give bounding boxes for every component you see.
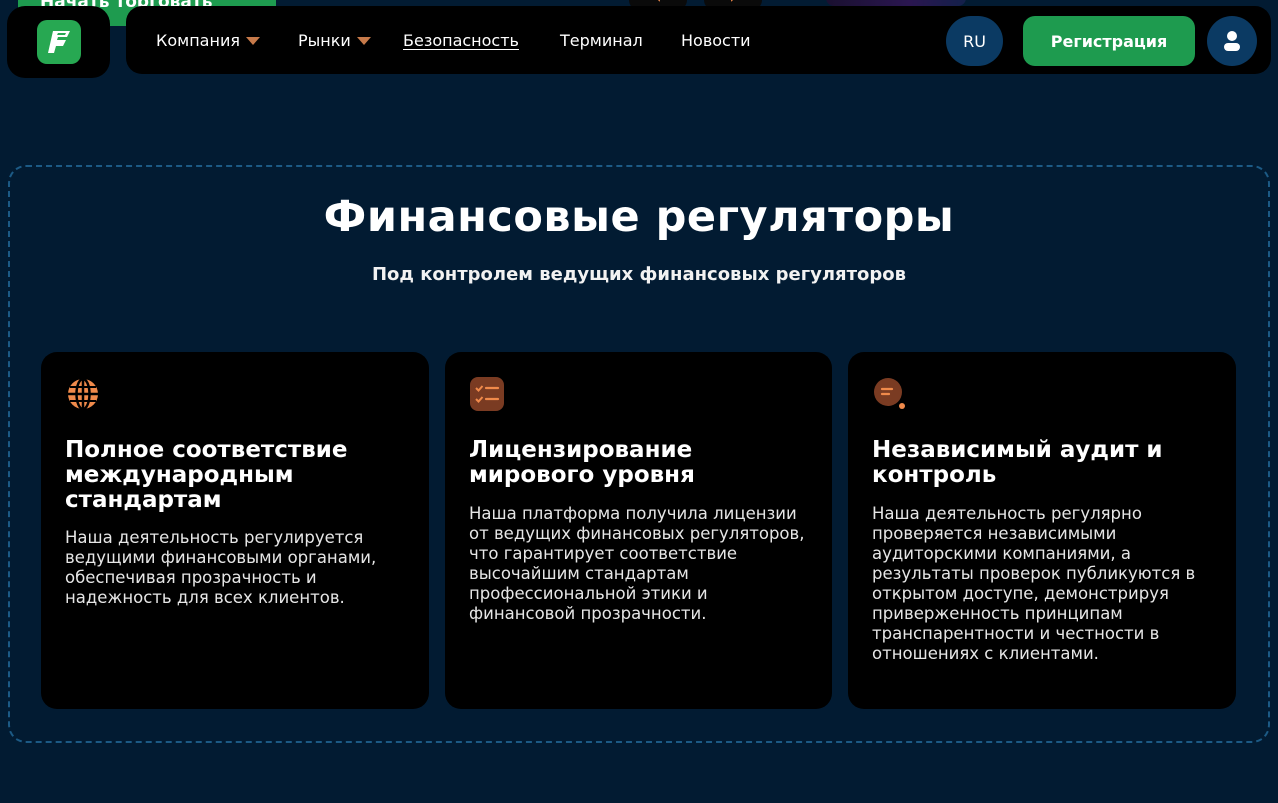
nav-item-news[interactable]: Новости — [681, 28, 751, 52]
caret-down-icon — [246, 37, 260, 45]
card-text: Наша деятельность регулярно проверяется … — [872, 504, 1214, 664]
card-text: Наша деятельность регулируется ведущими … — [65, 528, 407, 608]
logo-link[interactable] — [7, 6, 110, 78]
card-title: Независимый аудит и контроль — [872, 438, 1216, 488]
language-switcher[interactable]: RU — [946, 16, 1003, 66]
nav-item-terminal[interactable]: Терминал — [560, 28, 643, 52]
brand-f-logo-icon — [37, 20, 81, 64]
nav-item-company[interactable]: Компания — [156, 28, 260, 52]
card-title: Полное соответствие международным станда… — [65, 438, 409, 513]
section-title: Финансовые регуляторы — [0, 192, 1278, 242]
section-subtitle: Под контролем ведущих финансовых регулят… — [0, 264, 1278, 285]
nav-item-markets[interactable]: Рынки — [298, 28, 371, 52]
caret-down-icon — [357, 37, 371, 45]
nav-item-label: Безопасность — [403, 31, 519, 50]
nav-item-security[interactable]: Безопасность — [403, 28, 519, 52]
globe-icon — [65, 376, 103, 414]
feature-card-compliance: Полное соответствие международным станда… — [41, 352, 429, 709]
user-account-button[interactable] — [1207, 16, 1257, 66]
nav-item-label: Новости — [681, 31, 751, 50]
nav-item-label: Рынки — [298, 31, 351, 50]
feature-card-licensing: Лицензирование мирового уровня Наша плат… — [445, 352, 832, 709]
card-title: Лицензирование мирового уровня — [469, 438, 812, 488]
message-icon — [872, 376, 910, 414]
register-button[interactable]: Регистрация — [1023, 16, 1195, 66]
nav-item-label: Компания — [156, 31, 240, 50]
card-text: Наша платформа получила лицензии от веду… — [469, 504, 810, 624]
nav-item-label: Терминал — [560, 31, 643, 50]
feature-card-audit: Независимый аудит и контроль Наша деятел… — [848, 352, 1236, 709]
checklist-icon — [469, 376, 507, 414]
page: Начать торговать ‹ › Компания Рынки Безо… — [0, 0, 1278, 803]
user-icon — [1222, 29, 1242, 53]
